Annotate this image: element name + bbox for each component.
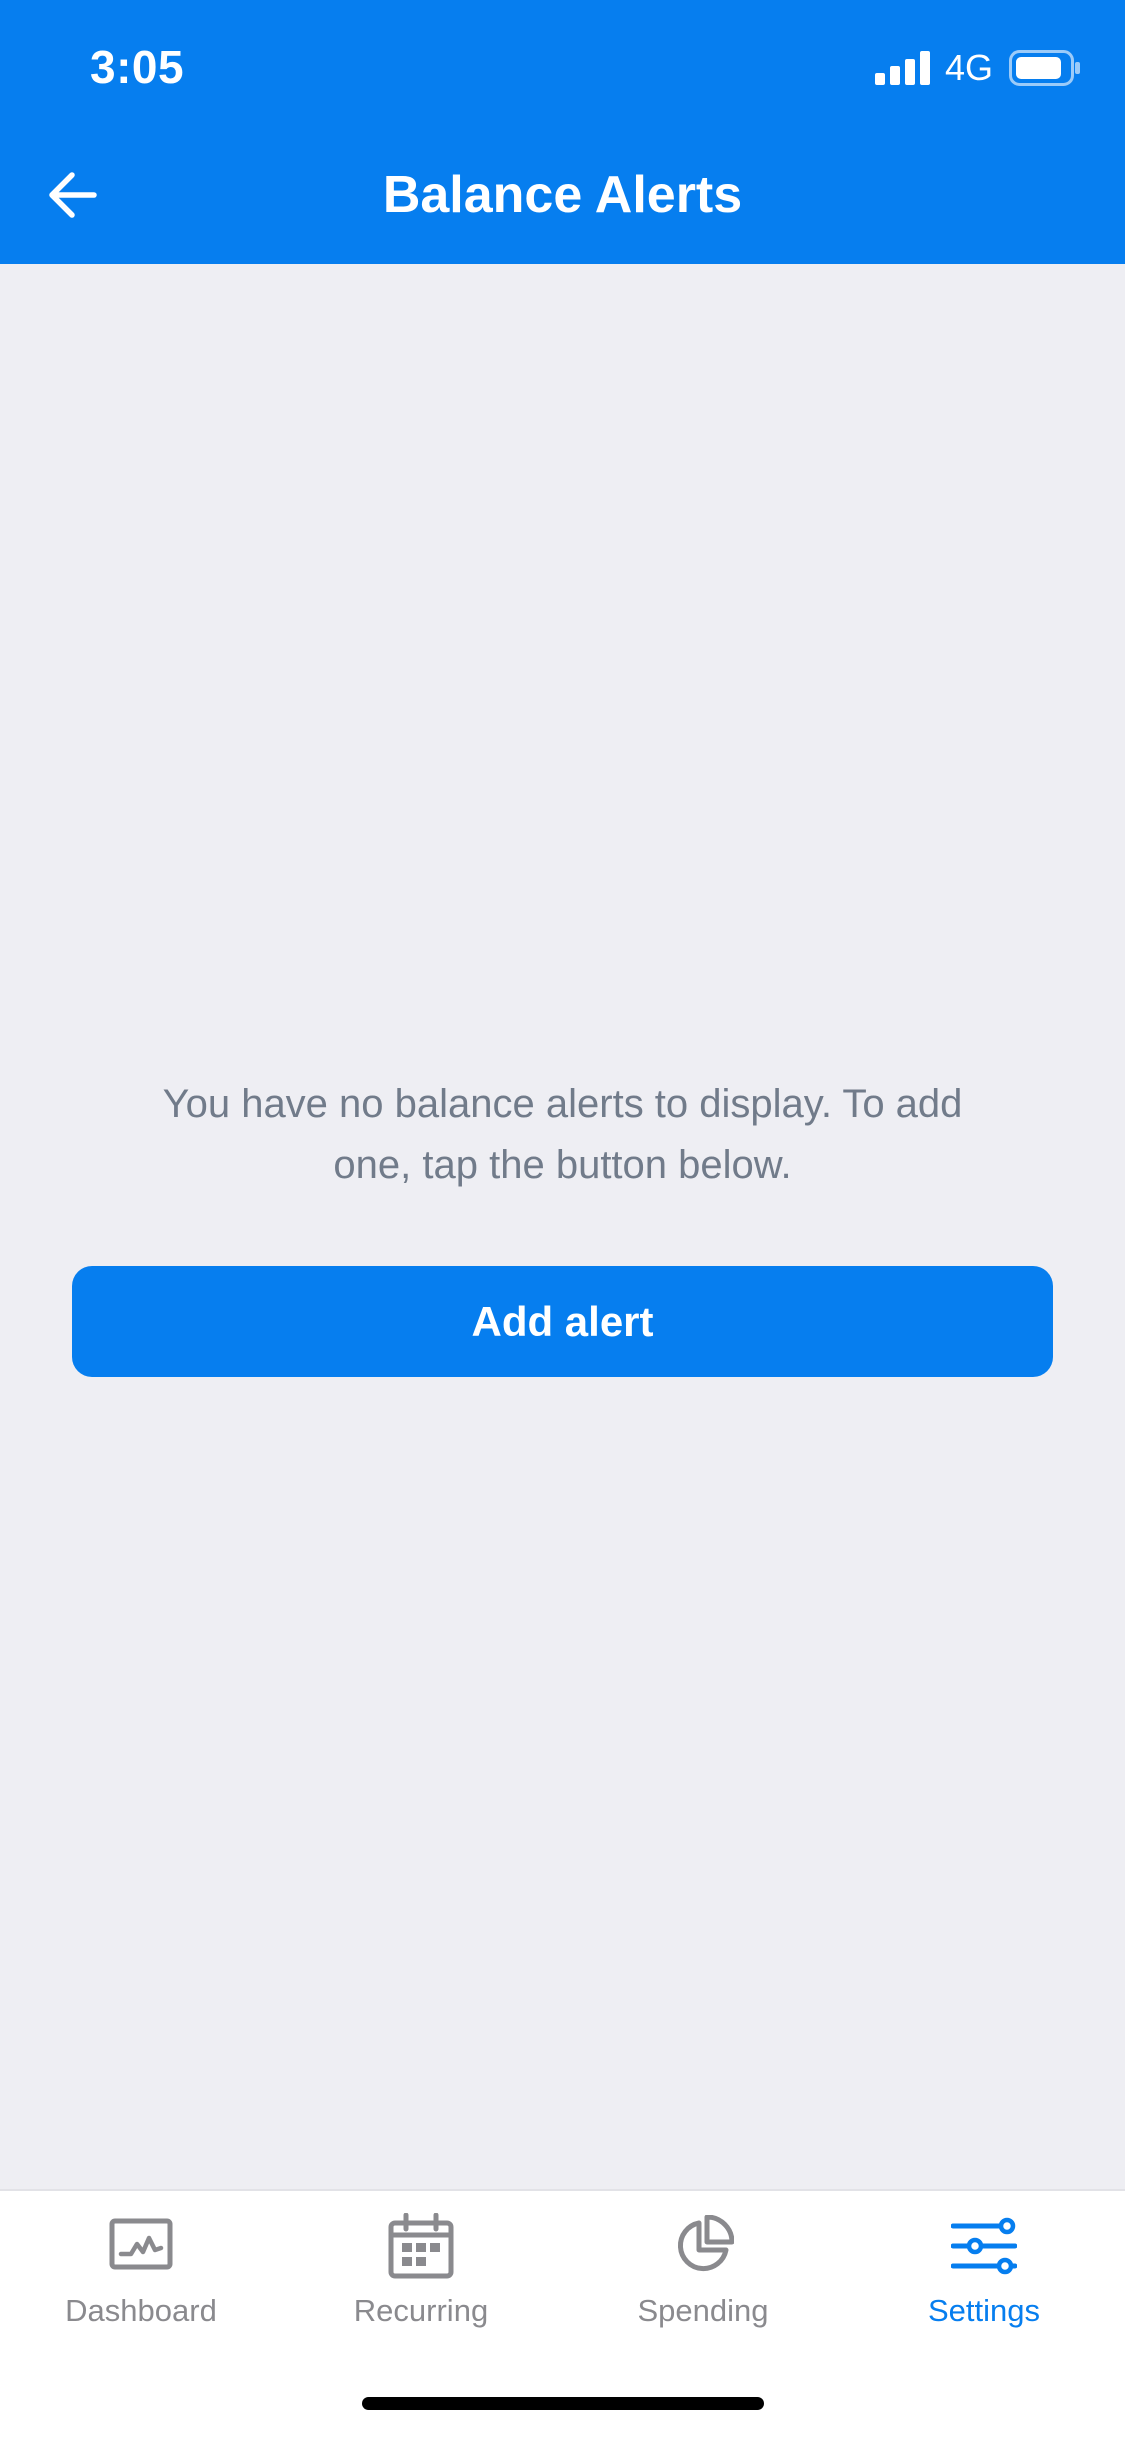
status-indicators: 4G [874, 47, 1081, 88]
empty-state-message: You have no balance alerts to display. T… [162, 1082, 963, 1187]
tab-recurring[interactable]: Recurring [281, 2211, 561, 2341]
app-header: 3:05 4G Balance Alerts [0, 0, 1125, 264]
home-indicator[interactable] [362, 2397, 764, 2410]
network-label: 4G [944, 47, 993, 88]
battery-icon [1009, 50, 1080, 86]
status-time: 3:05 [90, 41, 185, 93]
tab-label: Settings [927, 2293, 1040, 2328]
signal-icon [874, 51, 930, 85]
tab-label: Dashboard [65, 2293, 217, 2328]
page-title: Balance Alerts [382, 166, 743, 224]
dashboard-chart-icon [106, 2211, 176, 2281]
calendar-icon [386, 2211, 456, 2281]
sliders-icon [949, 2211, 1019, 2281]
tab-label: Spending [637, 2293, 769, 2328]
tab-label: Recurring [353, 2293, 489, 2328]
tab-spending[interactable]: Spending [563, 2211, 843, 2341]
tab-settings[interactable]: Settings [844, 2211, 1124, 2341]
tab-dashboard[interactable]: Dashboard [1, 2211, 281, 2341]
add-alert-button[interactable]: Add alert [72, 1266, 1053, 1377]
pie-chart-icon [668, 2211, 738, 2281]
